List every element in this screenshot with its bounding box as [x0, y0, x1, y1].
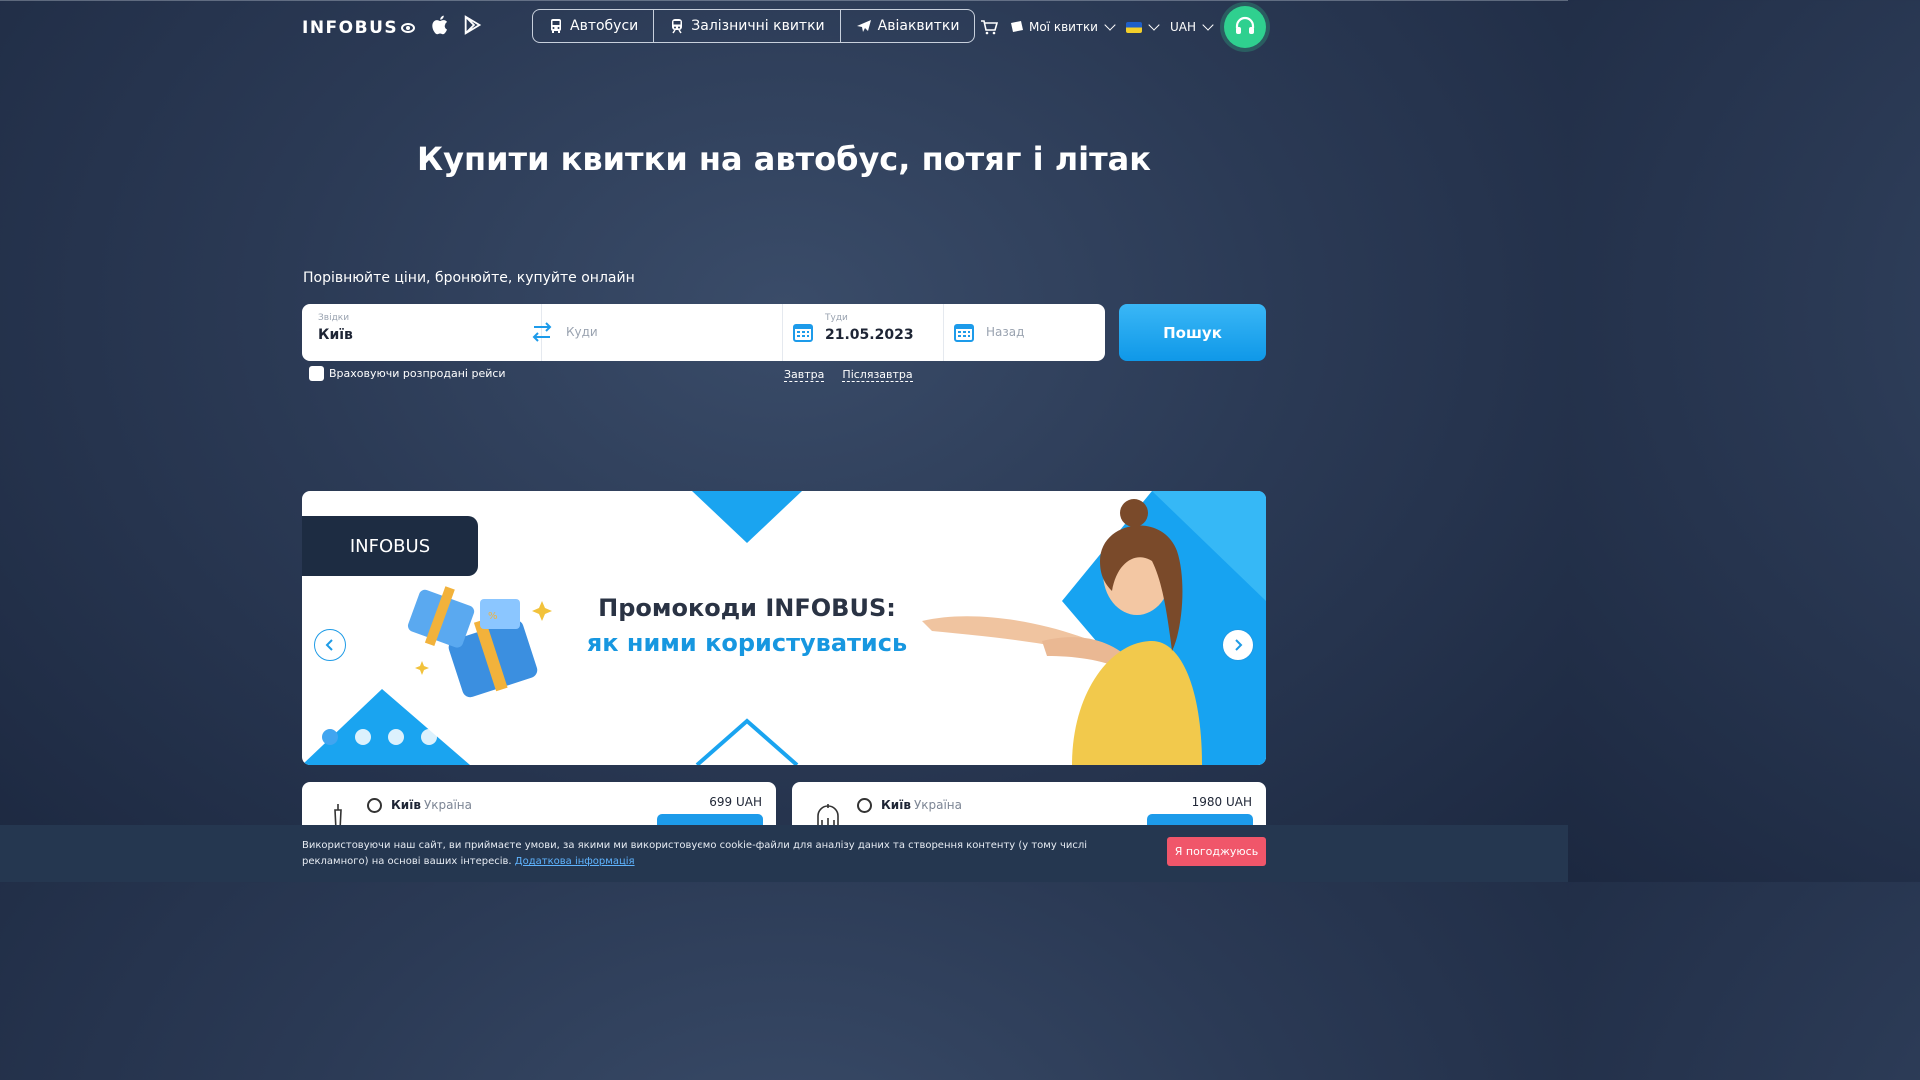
search-button[interactable]: Пошук — [1119, 304, 1266, 361]
banner-title: Промокоди INFOBUS: — [302, 594, 1192, 622]
promo-banner[interactable]: % INFOBUS Промокоди INFOBUS: як ними кор… — [302, 491, 1266, 765]
cookie-accept-button[interactable]: Я погоджуюсь — [1167, 837, 1266, 866]
chevron-down-icon — [1202, 19, 1214, 31]
transport-mode-tabs: Автобуси Залізничні квитки Авіаквитки — [532, 9, 976, 43]
tab-flights-label: Авіаквитки — [877, 18, 960, 34]
banner-brand-tag: INFOBUS — [302, 516, 478, 576]
cookie-text: Використовуючи наш сайт, ви приймаєте ум… — [302, 838, 1142, 870]
woman-pointing-illustration — [922, 499, 1202, 765]
logo-eye-icon — [401, 23, 416, 33]
departure-date-field[interactable]: Туди 21.05.2023 — [783, 304, 944, 361]
headset-icon — [1235, 16, 1255, 34]
carousel-dot[interactable] — [322, 729, 338, 745]
sold-out-checkbox[interactable] — [309, 366, 324, 381]
hero-subtitle: Порівнюйте ціни, бронюйте, купуйте онлай… — [303, 270, 635, 286]
my-tickets-menu[interactable]: Мої квитки — [1010, 19, 1116, 34]
calendar-icon — [954, 324, 974, 342]
logo-text: INFOBUS — [302, 18, 399, 38]
tab-flights[interactable]: Авіаквитки — [841, 10, 975, 42]
currency-label: UAH — [1169, 20, 1196, 34]
route-country: Україна — [913, 798, 963, 812]
carousel-dot[interactable] — [421, 729, 437, 745]
cart-icon[interactable] — [980, 19, 998, 35]
from-value: Київ — [318, 327, 353, 343]
chevron-down-icon — [1148, 19, 1160, 31]
carousel-prev-button[interactable] — [314, 629, 346, 661]
chevron-left-icon — [325, 639, 333, 651]
search-form: Звідки Київ Куди Туди 21.05.2023 Назад — [302, 304, 1105, 361]
language-selector[interactable] — [1125, 19, 1160, 33]
tomorrow-link[interactable]: Завтра — [784, 368, 825, 382]
support-button[interactable] — [1224, 6, 1266, 48]
carousel-dot[interactable] — [355, 729, 371, 745]
cookie-message: Використовуючи наш сайт, ви приймаєте ум… — [302, 840, 1088, 867]
google-play-icon[interactable] — [462, 13, 484, 37]
from-field[interactable]: Звідки Київ — [302, 304, 552, 361]
route-city-name: Київ — [881, 798, 911, 812]
my-tickets-label: Мої квитки — [1028, 20, 1098, 34]
route-city: Київ Україна — [881, 798, 962, 812]
route-price: 699 UAH — [709, 795, 762, 809]
route-city: Київ Україна — [391, 798, 472, 812]
page-title: Купити квитки на автобус, потяг і літак — [417, 140, 1151, 178]
tab-buses-label: Автобуси — [570, 18, 639, 34]
chevron-right-icon — [1235, 639, 1243, 651]
calendar-icon — [793, 324, 813, 342]
quick-date-links: Завтра Післязавтра — [784, 368, 913, 382]
route-radio[interactable] — [857, 798, 872, 813]
carousel-dots — [322, 729, 437, 745]
to-field[interactable]: Куди — [542, 304, 783, 361]
site-header: INFOBUS Автобуси Залізничні квитки Авіак… — [302, 6, 1266, 48]
sold-out-label: Враховуючи розпродані рейси — [329, 367, 506, 380]
apple-store-icon[interactable] — [430, 13, 452, 37]
carousel-dot[interactable] — [388, 729, 404, 745]
tab-buses[interactable]: Автобуси — [533, 10, 655, 42]
from-label: Звідки — [318, 313, 350, 323]
header-tools: Мої квитки UAH — [980, 6, 1266, 48]
to-placeholder: Куди — [566, 325, 598, 339]
sold-out-option[interactable]: Враховуючи розпродані рейси — [309, 366, 506, 381]
train-icon — [672, 19, 683, 34]
carousel-next-button[interactable] — [1222, 629, 1254, 661]
departure-label: Туди — [825, 313, 848, 323]
cookie-banner: Використовуючи наш сайт, ви приймаєте ум… — [0, 825, 1568, 882]
day-after-tomorrow-link[interactable]: Післязавтра — [842, 368, 913, 382]
banner-subtitle: як ними користуватись — [302, 629, 1192, 657]
departure-value: 21.05.2023 — [825, 327, 914, 343]
route-country: Україна — [423, 798, 473, 812]
banner-title-line-1: Промокоди INFOBUS: — [598, 594, 896, 622]
chevron-down-icon — [1104, 19, 1116, 31]
route-city-name: Київ — [391, 798, 421, 812]
top-divider — [0, 0, 1568, 1]
plane-icon — [856, 20, 871, 32]
return-placeholder: Назад — [986, 325, 1025, 339]
currency-selector[interactable]: UAH — [1169, 19, 1214, 34]
route-radio[interactable] — [367, 798, 382, 813]
tab-trains-label: Залізничні квитки — [691, 18, 825, 34]
ukraine-flag-icon — [1125, 21, 1142, 33]
banner-title-line-2: як ними користуватись — [586, 629, 908, 657]
tab-trains[interactable]: Залізничні квитки — [654, 10, 841, 42]
infobus-logo[interactable]: INFOBUS — [302, 18, 416, 38]
bus-icon — [551, 19, 561, 33]
return-date-field[interactable]: Назад — [944, 304, 1105, 361]
cookie-more-info-link[interactable]: Додаткова інформація — [515, 856, 635, 867]
ticket-icon — [1010, 21, 1023, 32]
route-price: 1980 UAH — [1191, 795, 1252, 809]
